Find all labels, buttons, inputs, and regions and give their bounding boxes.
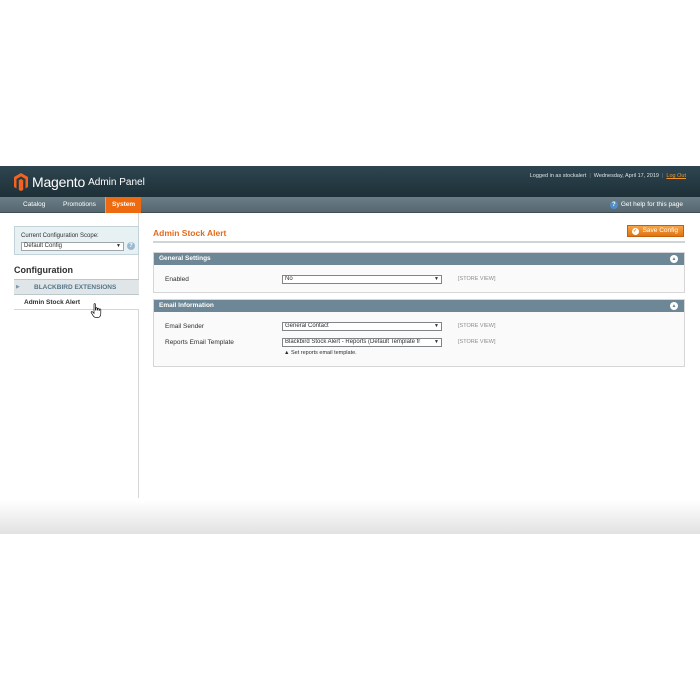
title-divider (153, 241, 685, 243)
field-note-text: Set reports email template. (290, 350, 357, 356)
sidebar-item-label: Admin Stock Alert (24, 299, 81, 306)
triangle-right-icon: ▶ (16, 284, 20, 290)
reports-template-select[interactable]: Blackbird Stock Alert - Reports (Default… (282, 338, 442, 347)
configuration-title: Configuration (14, 265, 73, 275)
logged-in-text: Logged in as stockalert (529, 173, 587, 179)
field-scope-reports-template: [STORE VIEW] (458, 339, 496, 345)
email-sender-select[interactable]: General Contact ▼ (282, 322, 442, 331)
header-bar: Magento Admin Panel Logged in as stockal… (0, 166, 700, 197)
magento-logo-icon (14, 173, 28, 191)
chevron-down-icon: ▼ (433, 276, 439, 283)
scope-help-icon[interactable]: ? (127, 242, 135, 250)
fieldset-general-title: General Settings (159, 255, 211, 262)
brand-name: Magento (32, 174, 86, 190)
scope-label: Current Configuration Scope: (21, 233, 99, 239)
page-title: Admin Stock Alert (153, 228, 227, 238)
header-user-info: Logged in as stockalert | Wednesday, April… (529, 173, 686, 179)
current-date: Wednesday, April 17, 2019 (593, 173, 659, 179)
help-link[interactable]: ? Get help for this page (609, 197, 683, 213)
fieldset-general-header[interactable]: General Settings ▲ (154, 253, 684, 265)
enabled-select[interactable]: No ▼ (282, 275, 442, 284)
scope-select[interactable]: Default Config ▼ (21, 242, 124, 251)
sidebar-section-label: BLACKBIRD EXTENSIONS (34, 284, 117, 291)
save-config-label: Save Config (642, 227, 678, 234)
fieldset-email-header[interactable]: Email Information ▲ (154, 300, 684, 312)
collapse-icon[interactable]: ▲ (670, 255, 678, 263)
fieldset-email-title: Email Information (159, 302, 214, 309)
sidebar-section-blackbird[interactable]: ▶ BLACKBIRD EXTENSIONS (14, 279, 139, 295)
config-scope-box: Current Configuration Scope: Default Con… (14, 226, 139, 255)
fieldset-general-settings: General Settings ▲ Enabled No ▼ [STORE V… (153, 252, 685, 293)
left-sidebar: Current Configuration Scope: Default Con… (14, 213, 139, 498)
collapse-icon[interactable]: ▲ (670, 302, 678, 310)
chevron-down-icon: ▼ (433, 339, 439, 346)
field-label-reports-template: Reports Email Template (165, 339, 234, 346)
chevron-down-icon: ▼ (116, 243, 121, 249)
save-config-button[interactable]: ✓ Save Config (626, 225, 684, 237)
nav-item-catalog[interactable]: Catalog (17, 197, 51, 213)
field-label-email-sender: Email Sender (165, 323, 205, 330)
bottom-fade (0, 500, 700, 534)
main-nav: Catalog Promotions System ? Get help for… (0, 197, 700, 213)
field-scope-enabled: [STORE VIEW] (458, 276, 496, 282)
nav-item-promotions[interactable]: Promotions (57, 197, 102, 213)
admin-screen: Magento Admin Panel Logged in as stockal… (0, 166, 700, 534)
reports-template-select-value: Blackbird Stock Alert - Reports (Default… (285, 339, 421, 345)
brand-sub: Admin Panel (88, 176, 145, 188)
hand-cursor-icon (90, 303, 102, 318)
chevron-down-icon: ▼ (433, 323, 439, 330)
scope-select-value: Default Config (24, 243, 63, 249)
check-icon: ✓ (631, 227, 639, 235)
help-link-label: Get help for this page (620, 201, 683, 208)
field-label-enabled: Enabled (165, 276, 189, 283)
help-icon: ? (609, 201, 618, 209)
sidebar-item-admin-stock-alert[interactable]: Admin Stock Alert (14, 295, 139, 310)
email-sender-select-value: General Contact (285, 323, 329, 329)
field-scope-email-sender: [STORE VIEW] (458, 323, 496, 329)
nav-item-system[interactable]: System (105, 197, 142, 213)
field-note-reports-template: ▲ Set reports email template. (284, 350, 357, 356)
logout-link[interactable]: Log Out (666, 173, 686, 179)
enabled-select-value: No (285, 276, 293, 282)
magento-logo[interactable]: Magento Admin Panel (14, 172, 145, 192)
fieldset-email-information: Email Information ▲ Email Sender General… (153, 299, 685, 367)
